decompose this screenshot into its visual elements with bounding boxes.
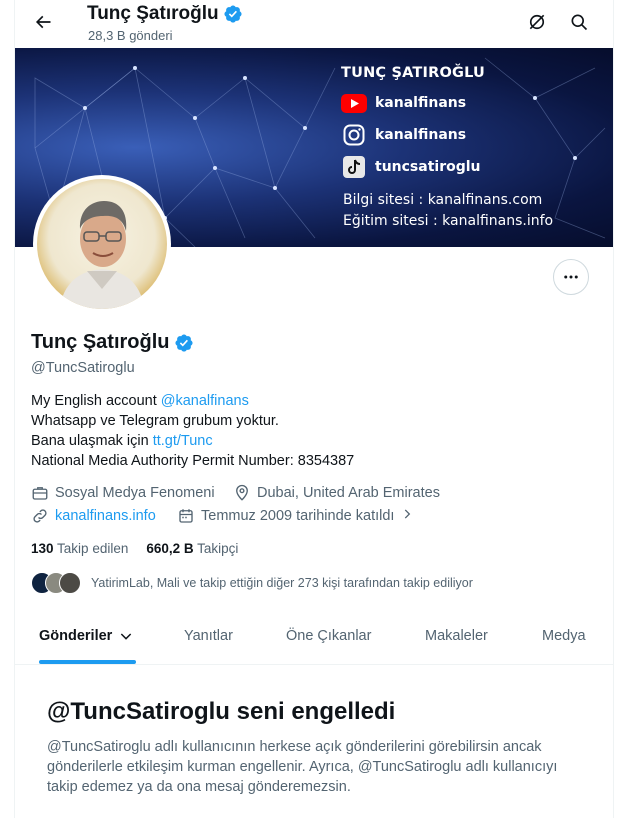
website-link[interactable]: kanalfinans.info [55, 508, 156, 524]
top-bar: Tunç Şatıroğlu 28,3 B gönderi [15, 0, 613, 48]
profile-tabs: Gönderiler Yanıtlar Öne Çıkanlar Makalel… [15, 618, 613, 665]
category-text: Sosyal Medya Fenomeni [55, 485, 215, 501]
blocked-title: @TuncSatiroglu seni engelledi [47, 698, 396, 725]
avatar-photo [37, 179, 167, 309]
search-icon [571, 14, 588, 31]
followers-link[interactable]: 660,2 B Takipçi [146, 541, 238, 556]
grok-icon [529, 14, 545, 30]
back-button[interactable] [27, 6, 59, 38]
tab-posts[interactable]: Gönderiler [39, 628, 134, 644]
profile-name: Tunç Şatıroğlu [31, 331, 194, 354]
profile-handle: @TuncSatiroglu [31, 360, 135, 376]
followed-by-text: YatirimLab, Mali ve takip ettiğin diğer … [91, 576, 473, 590]
banner-edu-site: Eğitim sitesi : kanalfinans.info [343, 213, 554, 229]
bio-url-link[interactable]: tt.gt/Tunc [153, 433, 213, 449]
search-button[interactable] [565, 8, 593, 36]
grok-button[interactable] [523, 8, 551, 36]
bio-line-3: Bana ulaşmak için tt.gt/Tunc [31, 431, 354, 451]
header-name: Tunç Şatıroğlu [87, 3, 243, 25]
tab-articles[interactable]: Makaleler [425, 628, 488, 644]
calendar-icon [177, 507, 195, 525]
banner-tiktok-row: tuncsatiroglu [341, 156, 481, 178]
profile-avatar[interactable] [33, 175, 171, 313]
following-link[interactable]: 130 Takip edilen [31, 541, 128, 556]
blocked-description: @TuncSatiroglu adlı kullanıcının herkese… [47, 739, 558, 795]
banner-info-site: Bilgi sitesi : kanalfinans.com [343, 192, 543, 208]
location-pin-icon [233, 484, 251, 502]
profile-category: Sosyal Medya Fenomeni [31, 484, 215, 502]
post-count: 28,3 B gönderi [88, 28, 173, 43]
followed-by-row[interactable]: YatirimLab, Mali ve takip ettiğin diğer … [31, 572, 473, 594]
person-portrait-image [59, 201, 145, 309]
header-name-text: Tunç Şatıroğlu [87, 3, 219, 24]
tab-posts-label: Gönderiler [39, 628, 113, 644]
tiktok-icon [341, 156, 367, 178]
profile-page: Tunç Şatıroğlu 28,3 B gönderi TUNÇ ŞATIR… [14, 0, 614, 818]
banner-youtube-text: kanalfinans [375, 95, 467, 111]
tab-media[interactable]: Medya [542, 628, 586, 644]
banner-instagram-row: kanalfinans [341, 124, 466, 146]
bio-line-3-text: Bana ulaşmak için [31, 433, 153, 449]
joined-text: Temmuz 2009 tarihinde katıldı [201, 508, 395, 524]
banner-title: TUNÇ ŞATIROĞLU [341, 65, 486, 81]
mutual-avatars [31, 572, 81, 594]
youtube-icon [341, 92, 367, 114]
verified-badge-icon[interactable] [174, 333, 194, 353]
bio-line-1-text: My English account [31, 393, 161, 409]
banner-youtube-row: kanalfinans [341, 92, 466, 114]
briefcase-icon [31, 484, 49, 502]
profile-joined[interactable]: Temmuz 2009 tarihinde katıldı [177, 507, 414, 525]
banner-tiktok-text: tuncsatiroglu [375, 159, 481, 175]
profile-website[interactable]: kanalfinans.info [31, 507, 156, 525]
tab-replies[interactable]: Yanıtlar [184, 628, 233, 644]
chevron-down-icon [121, 633, 132, 640]
location-text: Dubai, United Arab Emirates [257, 485, 440, 501]
more-dots-icon [564, 275, 578, 279]
more-options-button[interactable] [553, 259, 589, 295]
followers-count: 660,2 B [146, 541, 194, 556]
active-tab-indicator [39, 660, 136, 664]
profile-bio: My English account @kanalfinans Whatsapp… [31, 391, 354, 471]
arrow-left-icon [35, 15, 51, 29]
banner-instagram-text: kanalfinans [375, 127, 467, 143]
bio-line-2: Whatsapp ve Telegram grubum yoktur. [31, 413, 279, 429]
link-icon [31, 507, 49, 525]
bio-line-1: My English account @kanalfinans [31, 391, 354, 411]
chevron-right-icon [400, 507, 414, 525]
followers-label: Takipçi [197, 541, 239, 556]
bio-mention-link[interactable]: @kanalfinans [161, 393, 249, 409]
bio-line-4: National Media Authority Permit Number: … [31, 453, 355, 469]
following-label: Takip edilen [57, 541, 129, 556]
profile-name-text: Tunç Şatıroğlu [31, 331, 170, 353]
mutual-avatar-3 [59, 572, 81, 594]
instagram-icon [341, 124, 367, 146]
profile-location: Dubai, United Arab Emirates [233, 484, 440, 502]
verified-badge-icon [224, 5, 242, 23]
tab-highlights[interactable]: Öne Çıkanlar [286, 628, 371, 644]
follow-stats: 130 Takip edilen 660,2 B Takipçi [31, 541, 238, 556]
following-count: 130 [31, 541, 54, 556]
